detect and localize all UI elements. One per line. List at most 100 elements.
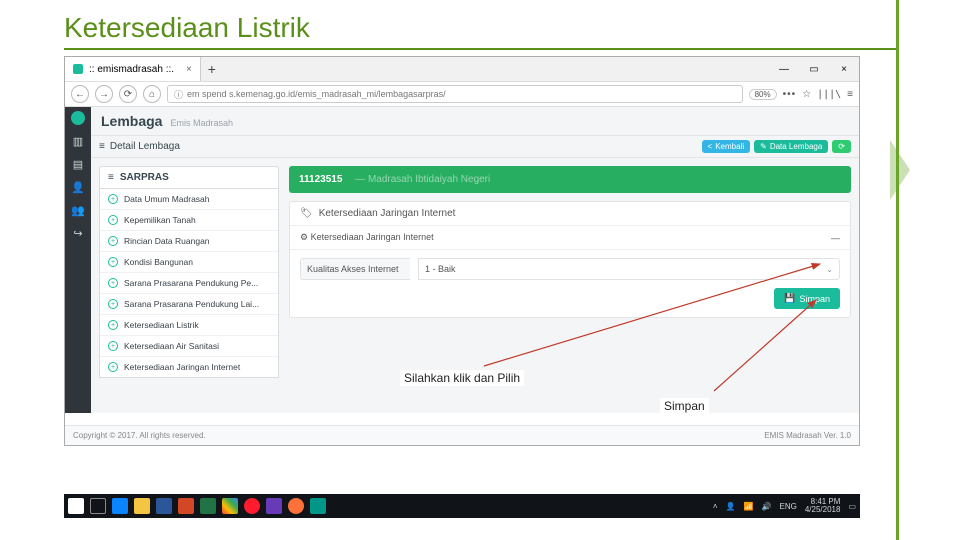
firefox-icon[interactable] — [288, 498, 304, 514]
data-chip[interactable]: ✎ Data Lembaga — [754, 140, 828, 153]
zoom-level[interactable]: 80% — [749, 89, 777, 100]
window-close-icon[interactable]: × — [829, 57, 859, 81]
breadcrumb-main: Lembaga — [101, 113, 162, 129]
sidebar-item-sarpras-lai[interactable]: +Sarana Prasarana Pendukung Lai... — [100, 293, 278, 314]
task-view-icon[interactable] — [90, 498, 106, 514]
library-icon[interactable]: |||\ — [817, 89, 841, 100]
sub-bar: ≡ Detail Lembaga < Kembali ✎ Data Lembag… — [91, 136, 859, 158]
app-footer: Copyright © 2017. All rights reserved. E… — [65, 425, 859, 445]
left-rail: ▥ ▤ 👤 👥 ↪ — [65, 107, 91, 413]
slide-accent — [890, 0, 930, 540]
sidebar-item-kondisi[interactable]: +Kondisi Bangunan — [100, 251, 278, 272]
tab-favicon-icon — [73, 64, 83, 74]
window-maximize-icon[interactable]: ▭ — [799, 57, 829, 81]
rail-users-icon[interactable]: 👥 — [71, 204, 85, 217]
notifications-icon[interactable]: ▭ — [848, 502, 856, 511]
main-pane: Lembaga Emis Madrasah ≡ Detail Lembaga <… — [91, 107, 859, 413]
callout-save: Simpan — [660, 398, 709, 414]
tray-lang[interactable]: ENG — [780, 502, 797, 511]
browser-tab[interactable]: :: emismadrasah ::. × — [65, 57, 201, 81]
plus-circle-icon: + — [108, 236, 118, 246]
new-tab-button[interactable]: + — [201, 57, 223, 81]
plus-circle-icon: + — [108, 362, 118, 372]
browser-window: :: emismadrasah ::. × + — ▭ × ← → ⟳ ⌂ ⓘ … — [64, 56, 860, 446]
word-icon[interactable] — [156, 498, 172, 514]
opera-icon[interactable] — [244, 498, 260, 514]
rail-user-icon[interactable]: 👤 — [71, 181, 85, 194]
select-value: 1 - Baik — [425, 264, 456, 274]
forward-button[interactable]: → — [95, 85, 113, 103]
tray-up-icon[interactable]: ˄ — [713, 502, 718, 511]
excel-icon[interactable] — [200, 498, 216, 514]
tray-date: 4/25/2018 — [805, 505, 841, 514]
app-icon[interactable] — [266, 498, 282, 514]
collapse-icon[interactable]: — — [831, 233, 840, 243]
hamburger-icon[interactable]: ≡ — [99, 141, 105, 152]
sidebar-item-air[interactable]: +Ketersediaan Air Sanitasi — [100, 335, 278, 356]
address-bar: ← → ⟳ ⌂ ⓘ em spend s.kemenag.go.id/emis_… — [65, 81, 859, 107]
sidebar-item-listrik[interactable]: +Ketersediaan Listrik — [100, 314, 278, 335]
sarpras-sidebar: ≡ SARPRAS +Data Umum Madrasah +Kepemilik… — [99, 166, 279, 405]
banner-text: — Madrasah Ibtidaiyah Negeri — [352, 174, 490, 185]
bookmark-icon[interactable]: ☆ — [802, 89, 811, 100]
tray-people-icon[interactable]: 👤 — [726, 502, 736, 511]
plus-circle-icon: + — [108, 194, 118, 204]
edge-icon[interactable] — [112, 498, 128, 514]
tab-close-icon[interactable]: × — [186, 64, 192, 75]
tab-strip: :: emismadrasah ::. × + — ▭ × — [65, 57, 859, 81]
plus-circle-icon: + — [108, 341, 118, 351]
field-label: Kualitas Akses Internet — [300, 258, 410, 280]
sidebar-item-ruangan[interactable]: +Rincian Data Ruangan — [100, 230, 278, 251]
tab-title: :: emismadrasah ::. — [89, 64, 174, 75]
sidebar-item-data-umum[interactable]: +Data Umum Madrasah — [100, 189, 278, 209]
chevron-down-icon: ⌄ — [826, 265, 833, 274]
sidebar-item-sarpras-pe[interactable]: +Sarana Prasarana Pendukung Pe... — [100, 272, 278, 293]
hamburger-icon: ≡ — [108, 172, 114, 183]
kualitas-field: Kualitas Akses Internet 1 - Baik ⌄ — [300, 258, 840, 280]
plus-circle-icon: + — [108, 299, 118, 309]
subbar-title: Detail Lembaga — [110, 141, 180, 152]
institution-banner: 11123515 — Madrasah Ibtidaiyah Negeri — [289, 166, 851, 193]
slide-title: Ketersediaan Listrik — [0, 0, 960, 48]
powerpoint-icon[interactable] — [178, 498, 194, 514]
footer-right: EMIS Madrasah Ver. 1.0 — [764, 431, 851, 440]
plus-circle-icon: + — [108, 215, 118, 225]
start-icon[interactable] — [68, 498, 84, 514]
banner-id: 11123515 — [299, 174, 342, 185]
tag-icon: 🏷 — [300, 208, 313, 219]
save-button[interactable]: 💾 Simpan — [774, 288, 840, 309]
reload-button[interactable]: ⟳ — [119, 85, 137, 103]
url-field[interactable]: ⓘ em spend s.kemenag.go.id/emis_madrasah… — [167, 85, 743, 103]
sidebar-list: +Data Umum Madrasah +Kepemilikan Tanah +… — [99, 189, 279, 378]
back-button[interactable]: ← — [71, 85, 89, 103]
more-icon[interactable]: ••• — [783, 89, 797, 100]
plus-circle-icon: + — [108, 278, 118, 288]
home-button[interactable]: ⌂ — [143, 85, 161, 103]
card-header: 🏷 Ketersediaan Jaringan Internet — [290, 202, 850, 226]
sidebar-item-kepemilikan[interactable]: +Kepemilikan Tanah — [100, 209, 278, 230]
tray-network-icon[interactable]: 📶 — [744, 502, 754, 511]
breadcrumb: Lembaga Emis Madrasah — [91, 107, 859, 136]
kualitas-select[interactable]: 1 - Baik ⌄ — [418, 258, 840, 280]
rail-building-icon[interactable]: ▤ — [73, 158, 83, 171]
internet-card: 🏷 Ketersediaan Jaringan Internet ⚙ Keter… — [289, 201, 851, 318]
sidebar-header: ≡ SARPRAS — [99, 166, 279, 189]
card-subheader: ⚙ Ketersediaan Jaringan Internet — — [290, 226, 850, 250]
main-panel: 11123515 — Madrasah Ibtidaiyah Negeri 🏷 … — [289, 166, 851, 405]
window-minimize-icon[interactable]: — — [769, 57, 799, 81]
plus-circle-icon: + — [108, 320, 118, 330]
title-underline — [64, 48, 896, 50]
app2-icon[interactable] — [310, 498, 326, 514]
sidebar-item-internet[interactable]: +Ketersediaan Jaringan Internet — [100, 356, 278, 377]
rail-logout-icon[interactable]: ↪ — [73, 227, 82, 240]
refresh-chip[interactable]: ⟳ — [832, 140, 851, 153]
tray-volume-icon[interactable]: 🔊 — [762, 502, 772, 511]
rail-dashboard-icon[interactable]: ▥ — [73, 135, 83, 148]
rail-logo-icon — [71, 111, 85, 125]
explorer-icon[interactable] — [134, 498, 150, 514]
back-chip[interactable]: < Kembali — [702, 140, 751, 153]
app-frame: ▥ ▤ 👤 👥 ↪ Lembaga Emis Madrasah ≡ Detail… — [65, 107, 859, 413]
footer-left: Copyright © 2017. All rights reserved. — [73, 431, 206, 440]
menu-icon[interactable]: ≡ — [847, 89, 853, 100]
chrome-icon[interactable] — [222, 498, 238, 514]
